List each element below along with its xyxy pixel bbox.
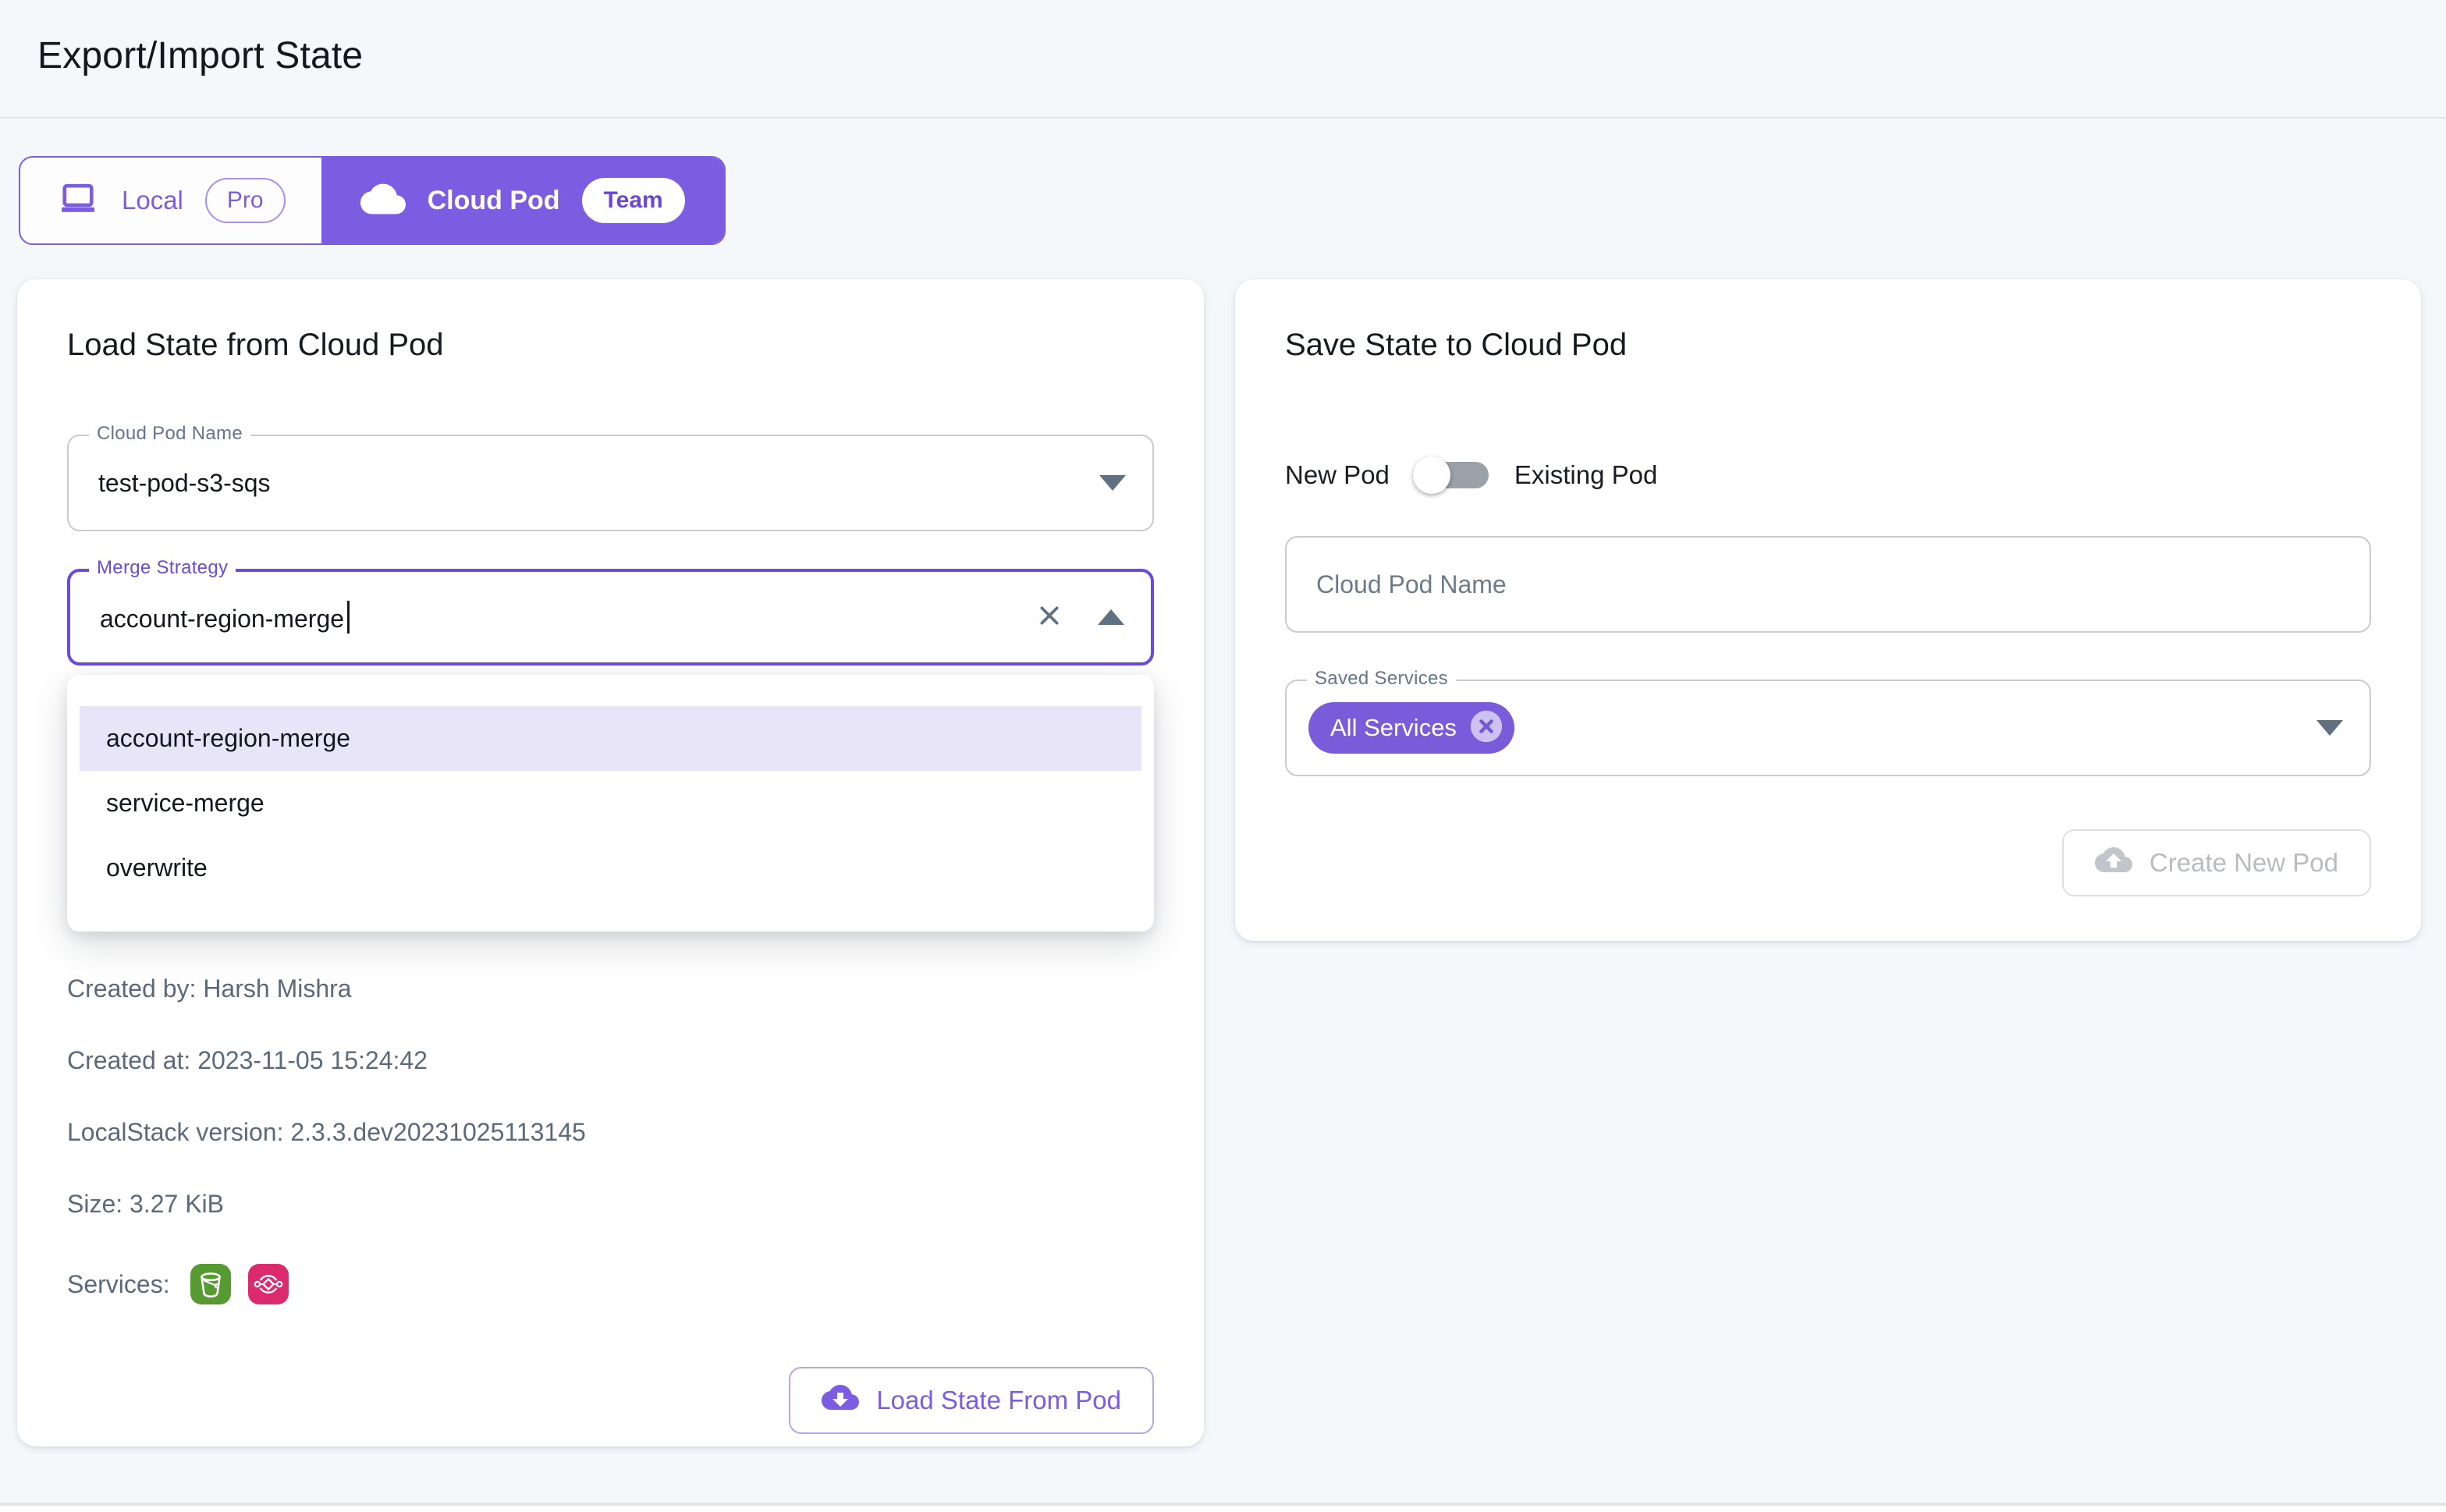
mode-cloud-label: Cloud Pod <box>428 186 560 216</box>
load-button-label: Load State From Pod <box>876 1386 1121 1415</box>
s3-service-icon <box>190 1264 231 1304</box>
chip-delete-icon[interactable] <box>1469 709 1503 747</box>
cloud-pod-name-select-label: Cloud Pod Name <box>89 423 250 445</box>
main-content: Load State from Cloud Pod Cloud Pod Name… <box>0 245 2446 1446</box>
new-pod-label: New Pod <box>1285 460 1390 490</box>
all-services-chip-label: All Services <box>1330 714 1457 742</box>
cloud-icon <box>360 176 406 225</box>
save-card-title: Save State to Cloud Pod <box>1285 279 2371 363</box>
page-title: Export/Import State <box>37 34 2409 77</box>
chevron-down-icon <box>2316 720 2343 736</box>
chevron-down-icon <box>1099 475 1126 491</box>
clear-icon[interactable] <box>1034 600 1065 635</box>
services-label: Services: <box>67 1270 170 1299</box>
mode-toggle-local[interactable]: Local Pro <box>20 158 321 243</box>
pro-badge: Pro <box>205 178 286 223</box>
mode-local-label: Local <box>122 186 183 215</box>
all-services-chip[interactable]: All Services <box>1308 702 1514 754</box>
save-pod-name-field <box>1285 536 2371 633</box>
created-at-text: Created at: 2023-11-05 15:24:42 <box>67 1045 1154 1075</box>
laptop-icon <box>56 177 100 225</box>
save-state-card: Save State to Cloud Pod New Pod Existing… <box>1235 279 2421 941</box>
pod-mode-toggle-row: New Pod Existing Pod <box>1285 456 2371 494</box>
merge-strategy-value: account-region-merge <box>100 605 344 633</box>
switch-knob <box>1413 456 1450 494</box>
load-state-from-pod-button[interactable]: Load State From Pod <box>789 1367 1154 1434</box>
create-button-label: Create New Pod <box>2150 848 2338 878</box>
mode-toggle-cloud-pod[interactable]: Cloud Pod Team <box>321 158 724 243</box>
sqs-service-icon <box>248 1264 289 1304</box>
new-existing-pod-switch[interactable] <box>1413 456 1491 494</box>
option-service-merge[interactable]: service-merge <box>80 771 1141 836</box>
option-account-region-merge[interactable]: account-region-merge <box>80 706 1141 771</box>
cloud-pod-name-select-value: test-pod-s3-sqs <box>69 469 271 498</box>
merge-strategy-label: Merge Strategy <box>89 557 236 579</box>
merge-strategy-input[interactable]: Merge Strategy account-region-merge <box>67 569 1154 665</box>
load-card-title: Load State from Cloud Pod <box>67 279 1154 363</box>
cloud-upload-icon <box>2095 841 2132 885</box>
save-pod-name-input[interactable] <box>1287 538 2370 631</box>
cloud-download-icon <box>822 1379 859 1422</box>
size-text: Size: 3.27 KiB <box>67 1189 1154 1219</box>
team-badge: Team <box>582 178 685 223</box>
merge-strategy-options-popup: account-region-merge service-merge overw… <box>67 675 1154 932</box>
existing-pod-label: Existing Pod <box>1514 460 1657 490</box>
localstack-version-text: LocalStack version: 2.3.3.dev20231025113… <box>67 1117 1154 1147</box>
saved-services-label: Saved Services <box>1307 668 1456 690</box>
create-new-pod-button[interactable]: Create New Pod <box>2062 829 2371 896</box>
created-by-text: Created by: Harsh Mishra <box>67 974 1154 1003</box>
services-row: Services: <box>67 1264 1154 1304</box>
option-overwrite[interactable]: overwrite <box>80 836 1141 900</box>
cloud-pod-name-select[interactable]: Cloud Pod Name test-pod-s3-sqs <box>67 435 1154 531</box>
footer-strip <box>0 1503 2446 1512</box>
text-caret <box>347 601 350 634</box>
saved-services-select[interactable]: Saved Services All Services <box>1285 680 2371 776</box>
load-state-card: Load State from Cloud Pod Cloud Pod Name… <box>17 279 1204 1446</box>
pod-metadata: Created by: Harsh Mishra Created at: 202… <box>67 974 1154 1304</box>
mode-toggle-group: Local Pro Cloud Pod Team <box>19 156 726 245</box>
page-header: Export/Import State <box>0 0 2446 119</box>
chevron-up-icon[interactable] <box>1098 609 1124 625</box>
